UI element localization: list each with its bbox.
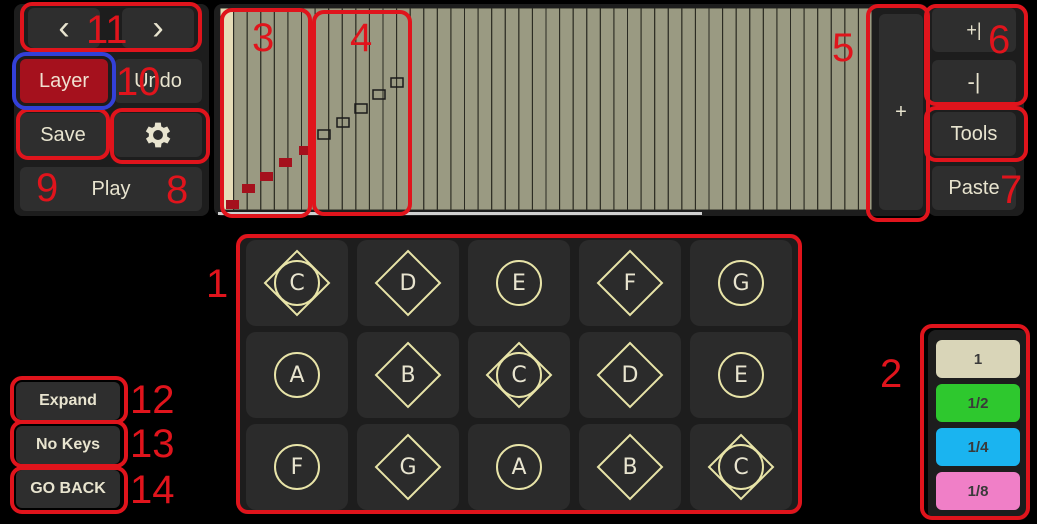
annotation-13: 13 (130, 422, 175, 466)
annotation-6: 6 (988, 18, 1011, 62)
annotation-10: 10 (116, 60, 161, 104)
highlight-add-column (866, 4, 930, 222)
highlight-settings (110, 108, 210, 164)
highlight-tools (924, 106, 1028, 162)
highlight-save (16, 108, 110, 160)
highlight-layer (12, 52, 116, 110)
highlight-durations (920, 324, 1030, 520)
annotation-9: 9 (36, 166, 59, 210)
annotation-4: 4 (350, 16, 373, 60)
highlight-no-keys (10, 420, 128, 468)
annotation-2: 2 (880, 352, 903, 396)
highlight-zoom (924, 4, 1028, 106)
highlight-expand (10, 376, 128, 424)
annotation-7: 7 (1000, 168, 1023, 212)
annotation-5: 5 (832, 26, 855, 70)
annotation-8: 8 (166, 168, 189, 212)
annotation-3: 3 (252, 16, 275, 60)
annotation-12: 12 (130, 378, 175, 422)
annotation-1: 1 (206, 262, 229, 306)
highlight-pads (236, 234, 802, 514)
highlight-go-back (10, 466, 128, 514)
annotation-11: 11 (86, 8, 128, 52)
annotation-14: 14 (130, 468, 175, 512)
